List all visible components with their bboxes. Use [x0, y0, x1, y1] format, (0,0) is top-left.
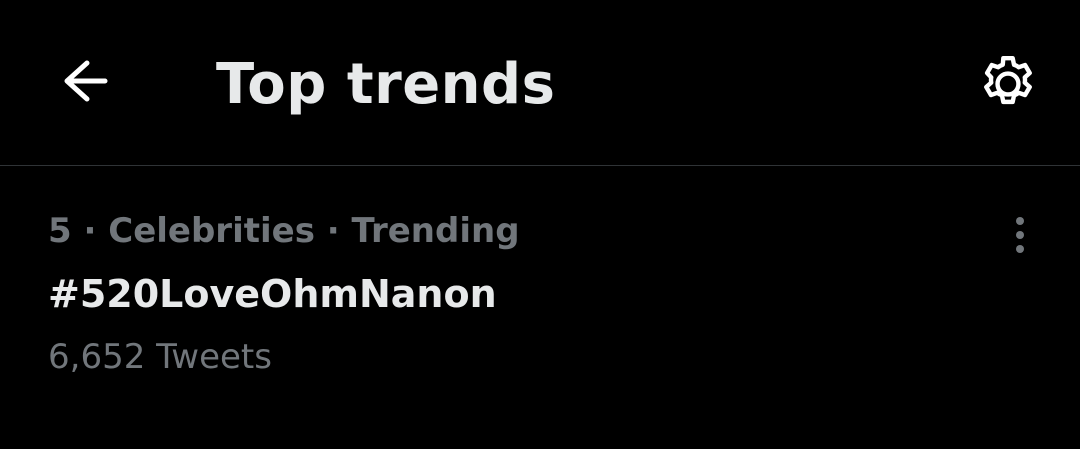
trend-tweet-count: 6,652 Tweets — [48, 337, 272, 377]
back-button[interactable] — [50, 48, 120, 118]
trend-item[interactable]: 5 · Celebrities · Trending #520LoveOhmNa… — [0, 167, 1080, 387]
gear-icon — [975, 51, 1041, 121]
more-vertical-icon — [1013, 215, 1027, 259]
settings-button[interactable] — [968, 48, 1048, 124]
page-title: Top trends — [216, 52, 556, 117]
arrow-left-icon — [57, 57, 113, 109]
trend-name[interactable]: #520LoveOhmNanon — [48, 269, 497, 319]
top-bar: Top trends — [0, 0, 1080, 166]
trend-meta: 5 · Celebrities · Trending — [48, 211, 520, 251]
more-options-button[interactable] — [990, 207, 1050, 267]
